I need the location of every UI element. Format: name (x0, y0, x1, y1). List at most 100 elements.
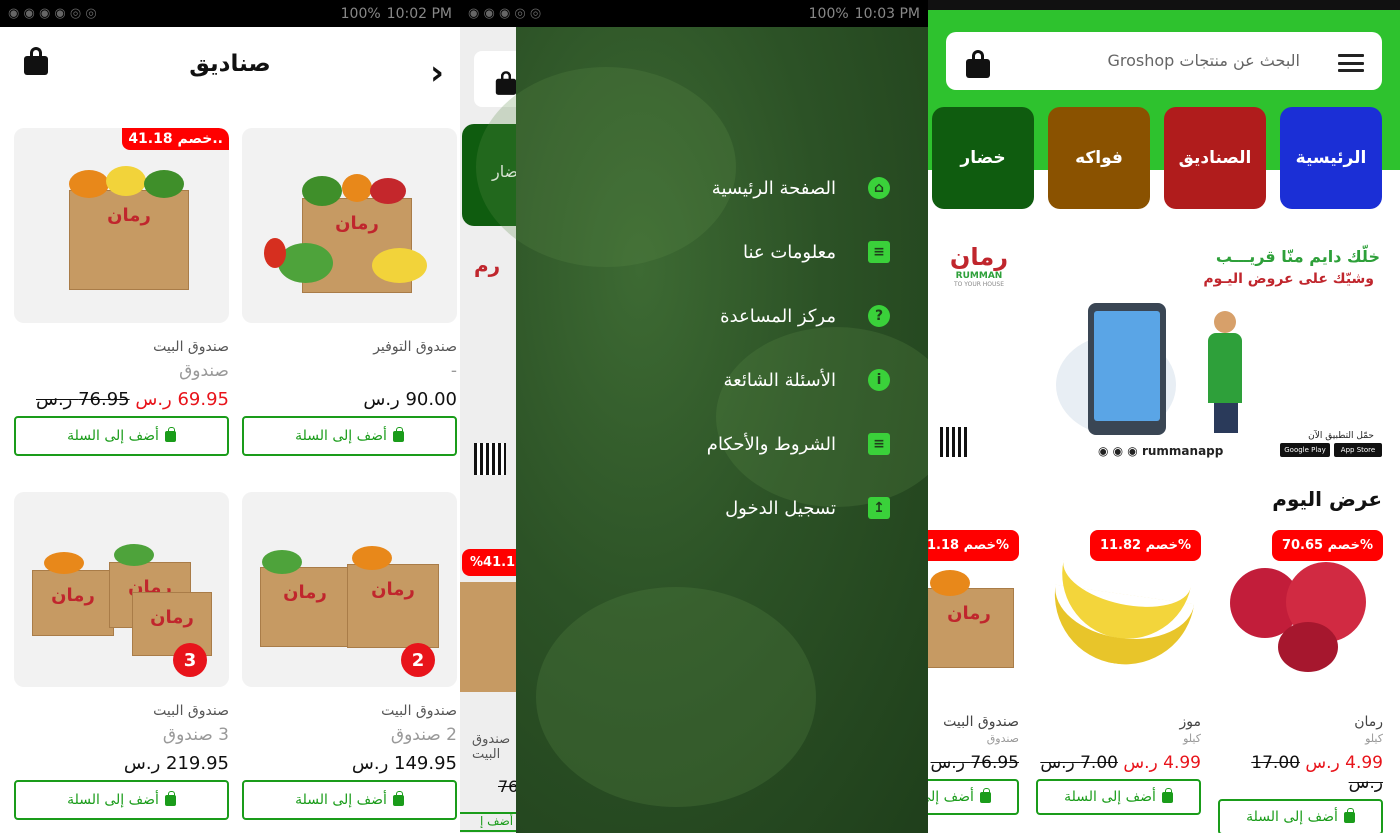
product-card[interactable]: رمان رمان رمان 3 صندوق البيت 3 صندوق 219… (14, 492, 229, 820)
qr-code (940, 427, 970, 457)
product-unit: كيلو (1183, 732, 1201, 745)
battery-level: 100% (340, 5, 381, 22)
brand-logo: رمان RUMMAN TO YOUR HOUSE (949, 243, 1009, 288)
navigation-drawer: ⌂ الصفحة الرئيسية ≡ معلومات عنا ? مركز ا… (476, 27, 928, 833)
person-head (1214, 311, 1236, 333)
person-body (1208, 333, 1242, 403)
promo-banner[interactable]: رمان RUMMAN TO YOUR HOUSE خلّك دايم منّا… (938, 235, 1390, 467)
product-name: صندوق البيت (153, 339, 229, 355)
cart-bag-icon[interactable] (966, 50, 990, 78)
product-card[interactable]: رمان خصم 41.18.. صندوق البيت صندوق 69.95… (14, 128, 229, 456)
product-name-peek: صندوق البيت (472, 732, 511, 762)
notification-icons: ◉ ◉ ◉ ◎ ◎ (468, 6, 542, 21)
menu-item-home[interactable]: ⌂ الصفحة الرئيسية (712, 177, 890, 199)
bag-icon (164, 426, 176, 442)
discount-badge: خصم 70.65% (1271, 530, 1383, 561)
banner-headline: خلّك دايم منّا قريـــب (1215, 247, 1380, 266)
clock: 10:02 PM (386, 5, 452, 22)
bag-icon (164, 790, 176, 806)
product-image: خصم 11.82% (1036, 528, 1201, 698)
bag-icon (1343, 807, 1355, 823)
product-card[interactable]: رمان رمان 2 صندوق البيت 2 صندوق 149.95 ر… (242, 492, 457, 820)
add-to-cart-button[interactable]: أضف إلى السلة (14, 780, 229, 820)
product-unit: 2 صندوق (390, 725, 457, 745)
chat-icon: ≡ (868, 433, 890, 455)
product-name: رمان (1354, 714, 1383, 730)
home-icon: ⌂ (868, 177, 890, 199)
home-screen: البحث عن منتجات Groshop الرئيسية الصنادی… (928, 0, 1400, 833)
discount-badge: خصم 41.18% (928, 530, 1019, 561)
login-icon: ↥ (868, 497, 890, 519)
brand-logo-peek: رم (474, 253, 501, 277)
google-play-badge[interactable]: Google Play (1280, 443, 1330, 457)
discount-badge: خصم 41.18.. (122, 128, 229, 150)
qr-code-peek (474, 443, 506, 475)
product-image: رمان (242, 128, 457, 323)
info-icon: i (868, 369, 890, 391)
add-to-cart-button[interactable]: أضف إلى السلة (1218, 799, 1383, 833)
section-title: عرض اليوم (1272, 487, 1382, 511)
product-image: خصم 70.65% (1218, 528, 1383, 698)
product-price: 219.95 ر.س (123, 753, 229, 774)
product-card[interactable]: خصم 70.65% رمان كيلو 4.99 ر.س 17.00 ر.س … (1218, 528, 1383, 833)
product-price: 76.95 ر.س (930, 753, 1019, 773)
search-placeholder: البحث عن منتجات Groshop (1107, 51, 1300, 70)
app-store-badge[interactable]: App Store (1334, 443, 1382, 457)
menu-icon[interactable] (1338, 54, 1364, 72)
add-to-cart-button[interactable]: أضف إلى السلة (242, 416, 457, 456)
product-unit: كيلو (1365, 732, 1383, 745)
product-image: رمان خصم 41.18.. (14, 128, 229, 323)
menu-item-help[interactable]: ? مركز المساعدة (720, 305, 890, 327)
category-fruits[interactable]: فواكه (1048, 107, 1150, 209)
product-image: رمان خصم 41.18% (928, 528, 1019, 698)
battery-level: 100% (808, 5, 849, 22)
product-price: 69.95 ر.س 76.95 ر.س (35, 389, 229, 410)
product-name: صندوق البيت (153, 703, 229, 719)
product-name: صندوق البيت (381, 703, 457, 719)
banner-subline: وشيّك على عروض اليـوم (1203, 271, 1374, 287)
product-image: رمان رمان 2 (242, 492, 457, 687)
product-image-peek (460, 582, 520, 692)
product-unit: صندوق (986, 732, 1019, 745)
status-bar: ◉ ◉ ◉ ◉ ◎ ◎ 100% 10:02 PM (0, 0, 460, 27)
menu-item-faq[interactable]: i الأسئلة الشائعة (724, 369, 890, 391)
product-card[interactable]: خصم 11.82% موز كيلو 4.99 ر.س 7.00 ر.س أض… (1036, 528, 1201, 815)
menu-item-login[interactable]: ↥ تسجيل الدخول (725, 497, 890, 519)
product-price: 90.00 ر.س (363, 389, 457, 410)
product-name: موز (1179, 714, 1202, 730)
product-price: 149.95 ر.س (351, 753, 457, 774)
boxes-screen: ◉ ◉ ◉ ◉ ◎ ◎ 100% 10:02 PM صناديق › رمان … (0, 0, 460, 833)
clock: 10:03 PM (854, 5, 920, 22)
clipboard-icon: ≡ (868, 241, 890, 263)
product-unit: - (450, 361, 457, 381)
menu-item-terms[interactable]: ≡ الشروط والأحكام (707, 433, 890, 455)
category-boxes[interactable]: الصنادیق (1164, 107, 1266, 209)
category-home[interactable]: الرئيسية (1280, 107, 1382, 209)
add-to-cart-peek: أضف إ (460, 812, 520, 832)
quantity-badge: 3 (173, 643, 207, 677)
bag-icon (392, 426, 404, 442)
quantity-badge: 2 (401, 643, 435, 677)
chevron-right-icon[interactable]: › (430, 53, 444, 93)
product-name: صندوق التوفير (373, 339, 457, 355)
menu-item-about[interactable]: ≡ معلومات عنا (743, 241, 890, 263)
app-header: صناديق › (0, 27, 460, 107)
product-unit: 3 صندوق (162, 725, 229, 745)
bag-icon (392, 790, 404, 806)
download-label: حمّل التطبيق الآن (1308, 431, 1374, 441)
product-card[interactable]: رمان خصم 41.18% صندوق البيت صندوق 76.95 … (928, 528, 1019, 815)
search-input[interactable]: البحث عن منتجات Groshop (946, 32, 1382, 90)
page-title: صناديق (189, 51, 271, 77)
phone-illustration (1088, 303, 1166, 435)
product-name: صندوق البيت (943, 714, 1019, 730)
add-to-cart-button[interactable]: أضف إلى السلة (14, 416, 229, 456)
product-card[interactable]: رمان صندوق التوفير - 90.00 ر.س أضف إلى ا… (242, 128, 457, 456)
add-to-cart-button[interactable]: أضف إلى السلة (1036, 779, 1201, 815)
product-unit: صندوق (179, 361, 229, 381)
add-to-cart-button[interactable]: أضف إلى السلة (242, 780, 457, 820)
cart-bag-icon (495, 71, 517, 95)
add-to-cart-button[interactable]: أضف إلى السلة (928, 779, 1019, 815)
category-vegetables[interactable]: خضار (932, 107, 1034, 209)
help-icon: ? (868, 305, 890, 327)
social-handle: ◉ ◉ ◉ rummanapp (1098, 444, 1224, 458)
